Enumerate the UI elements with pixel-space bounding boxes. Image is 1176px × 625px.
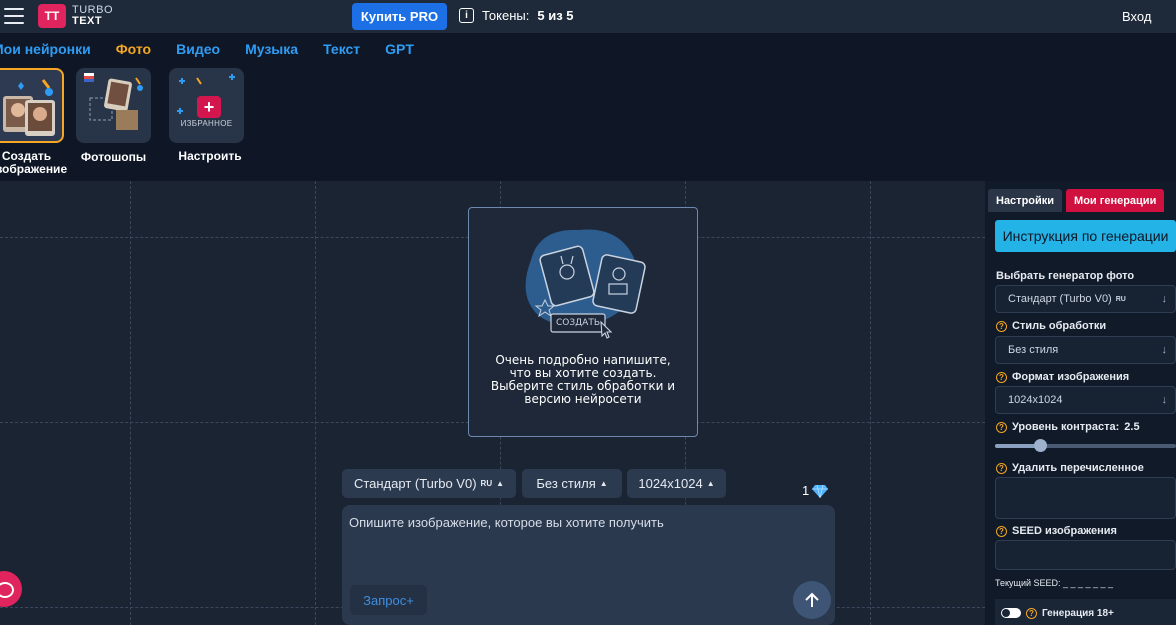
help-icon[interactable]: ?	[996, 421, 1007, 433]
arrow-down-icon: ↓	[1161, 394, 1168, 406]
tab-my-networks[interactable]: Мои нейронки	[0, 41, 91, 57]
logo-mark: TT	[38, 4, 66, 28]
chat-icon[interactable]	[0, 571, 22, 607]
grid-line	[130, 181, 131, 625]
tab-my-generations[interactable]: Мои генерации	[1066, 189, 1165, 212]
top-bar: TT TURBO TEXT Купить PRO i Токены: 5 из …	[0, 0, 1176, 33]
logo-line2: TEXT	[72, 15, 103, 27]
help-icon[interactable]: ?	[996, 371, 1007, 383]
gem-cost: 1	[802, 483, 829, 498]
photoshops-label: Фотошопы	[80, 150, 147, 164]
add-favorite-icon: +	[197, 96, 221, 118]
send-button[interactable]	[793, 581, 831, 619]
arrow-down-icon: ↓	[1161, 344, 1168, 356]
contrast-label: ? Уровень контраста: 2.5	[996, 421, 1140, 433]
panel-tabs: Настройки Мои генерации	[988, 189, 1165, 212]
style-label: ? Стиль обработки	[996, 320, 1106, 332]
style-select-button[interactable]: Без стиля ▲	[522, 469, 622, 498]
generator-select-button[interactable]: Стандарт (Turbo V0) RU ▲	[342, 469, 516, 498]
tokens-indicator: i Токены: 5 из 5	[459, 8, 574, 23]
workspace: СОЗДАТЬ Очень подробно напишите, что вы …	[0, 181, 985, 625]
tokens-label: Токены:	[482, 8, 530, 23]
arrow-down-icon: ↓	[1161, 293, 1168, 305]
remove-label: ? Удалить перечисленное	[996, 462, 1144, 474]
customize-card[interactable]: + ИЗБРАННОЕ	[169, 68, 244, 143]
tokens-value: 5 из 5	[537, 8, 574, 23]
negative-prompt-field[interactable]	[995, 477, 1176, 519]
menu-icon[interactable]	[4, 8, 24, 24]
category-tabs: Мои нейронки Фото Видео Музыка Текст GPT	[0, 41, 414, 57]
logo[interactable]: TT TURBO TEXT	[38, 4, 113, 28]
customize-label: Настроить	[178, 149, 242, 163]
grid-line	[315, 181, 316, 625]
category-nav: Мои нейронки Фото Видео Музыка Текст GPT…	[0, 33, 1176, 181]
adult-generation-toggle-row: ? Генерация 18+	[995, 599, 1176, 625]
diamond-icon	[812, 484, 829, 498]
tab-text[interactable]: Текст	[323, 41, 360, 57]
caret-up-icon: ▲	[496, 479, 505, 488]
preview-area: СОЗДАТЬ Очень подробно напишите, что вы …	[468, 207, 698, 437]
caret-up-icon: ▲	[599, 479, 608, 488]
tab-settings[interactable]: Настройки	[988, 189, 1063, 212]
generator-label: Выбрать генератор фото	[996, 270, 1135, 282]
buy-pro-button[interactable]: Купить PRO	[352, 3, 447, 30]
tab-photo[interactable]: Фото	[116, 41, 151, 57]
instruction-button[interactable]: Инструкция по генерации	[995, 220, 1176, 252]
size-select-button[interactable]: 1024x1024 ▲	[627, 469, 726, 498]
caret-up-icon: ▲	[706, 479, 715, 488]
create-image-label: Создать изображение	[0, 149, 68, 176]
tab-video[interactable]: Видео	[176, 41, 220, 57]
help-icon[interactable]: ?	[1026, 607, 1037, 619]
create-image-card[interactable]	[0, 68, 64, 143]
favorites-badge: ИЗБРАННОЕ	[180, 119, 233, 128]
seed-field[interactable]	[995, 540, 1176, 570]
login-link[interactable]: Вход	[1122, 9, 1151, 24]
settings-panel: Настройки Мои генерации Инструкция по ге…	[985, 181, 1176, 625]
contrast-slider[interactable]	[995, 439, 1176, 452]
tab-music[interactable]: Музыка	[245, 41, 298, 57]
zapros-button[interactable]: Запрос+	[350, 585, 427, 615]
generator-select[interactable]: Стандарт (Turbo V0) RU ↓	[995, 285, 1176, 313]
info-icon[interactable]: i	[459, 8, 474, 23]
tab-gpt[interactable]: GPT	[385, 41, 414, 57]
photoshops-icon	[84, 73, 143, 130]
arrow-up-icon	[805, 592, 819, 607]
illustration-create-button: СОЗДАТЬ	[556, 318, 600, 328]
help-icon[interactable]: ?	[996, 525, 1007, 537]
grid-line	[870, 181, 871, 625]
seed-label: ? SEED изображения	[996, 525, 1117, 537]
photoshops-card[interactable]	[76, 68, 151, 143]
prompt-input[interactable]: Опишите изображение, которое вы хотите п…	[349, 515, 664, 530]
preview-hint: Очень подробно напишите, что вы хотите с…	[490, 353, 676, 406]
slider-thumb[interactable]	[1034, 439, 1048, 452]
style-select[interactable]: Без стиля ↓	[995, 336, 1176, 364]
contrast-value: 2.5	[1124, 421, 1140, 433]
format-label: ? Формат изображения	[996, 371, 1129, 383]
prompt-box[interactable]: Опишите изображение, которое вы хотите п…	[342, 505, 835, 625]
adult-generation-toggle[interactable]	[1001, 608, 1021, 618]
current-seed: Текущий SEED: _ _ _ _ _ _ _	[995, 578, 1114, 588]
create-image-icon	[3, 79, 55, 136]
format-select[interactable]: 1024x1024 ↓	[995, 386, 1176, 414]
help-icon[interactable]: ?	[996, 462, 1007, 474]
help-icon[interactable]: ?	[996, 320, 1007, 332]
